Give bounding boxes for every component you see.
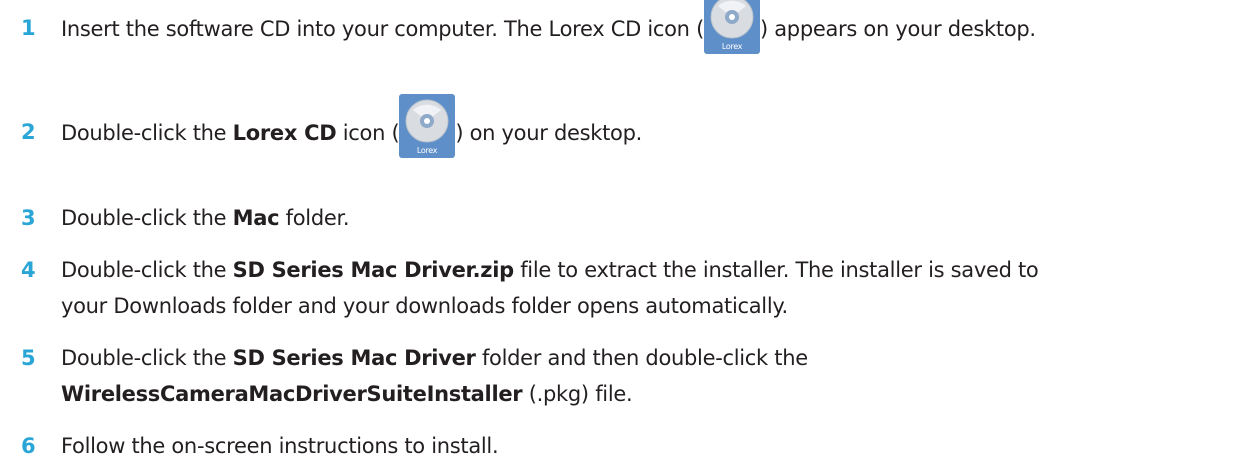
- step-text: Double-click the Lorex CD icon ( Lorex )…: [61, 94, 1260, 158]
- svg-text:Lorex: Lorex: [417, 146, 438, 155]
- lorex-cd-icon: Lorex: [399, 94, 456, 158]
- step-number: 5: [21, 346, 36, 370]
- step-number: 1: [21, 16, 36, 40]
- svg-text:Lorex: Lorex: [722, 42, 743, 51]
- step-number: 3: [21, 206, 36, 230]
- step-number: 6: [21, 434, 36, 458]
- step-number: 2: [21, 120, 36, 144]
- step-number: 4: [21, 258, 36, 282]
- step-text: Follow the on-screen instructions to ins…: [61, 434, 499, 458]
- step-text: Double-click the Mac folder.: [61, 206, 350, 230]
- lorex-cd-icon: Lorex: [703, 0, 760, 54]
- step-text: Insert the software CD into your compute…: [61, 0, 1260, 54]
- step-text: Double-click the SD Series Mac Driver.zi…: [61, 258, 1039, 318]
- step-text: Double-click the SD Series Mac Driver fo…: [61, 346, 808, 406]
